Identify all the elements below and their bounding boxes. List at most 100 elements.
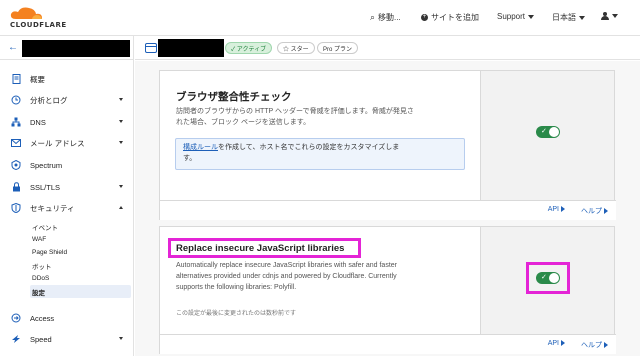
mail-icon: [11, 138, 21, 148]
info-box: 構成ルールを作成して、ホスト名でこれらの設定をカスタマイズしま す。: [175, 138, 465, 170]
sidebar-item-overview[interactable]: 概要: [0, 69, 133, 89]
top-bar: CLOUDFLARE ⌕ 移動... + サイトを追加 Support 日本語: [0, 0, 640, 36]
toggle-highlight: [526, 262, 570, 294]
sidebar-item-spectrum[interactable]: Spectrum: [0, 155, 133, 175]
document-icon: [11, 74, 21, 84]
check-icon: ✓: [541, 128, 547, 135]
arrow-right-icon: [604, 208, 608, 215]
card-title: Replace insecure JavaScript libraries: [176, 243, 345, 254]
sidebar-subitem-waf[interactable]: WAF: [30, 233, 131, 246]
sidebar-item-label: セキュリティ: [30, 203, 75, 213]
sidebar-item-label: Speed: [30, 334, 52, 344]
sidebar-item-email[interactable]: メール アドレス: [0, 133, 133, 153]
support-label: Support: [497, 12, 526, 21]
card-title: ブラウザ整合性チェック: [176, 91, 292, 103]
sidebar-item-security[interactable]: セキュリティ: [0, 198, 133, 218]
sidebar-subitem-ddos[interactable]: DDoS: [30, 272, 131, 285]
sidebar-item-label: Access: [30, 313, 55, 323]
user-menu[interactable]: [601, 12, 618, 20]
main-content: ✓ ブラウザ整合性チェック 訪問者のブラウザからの HTTP ヘッダーで脅威を評…: [135, 61, 640, 356]
redacted-domain-name: [158, 39, 224, 57]
sidebar-subitem-bots[interactable]: ボット: [30, 259, 131, 272]
shield-icon: [11, 203, 21, 213]
access-icon: [11, 313, 21, 323]
search-icon: ⌕: [370, 12, 376, 22]
sidebar: ← 概要 分析とログ DNS メール アドレス Spectrum SSL/TLS…: [0, 36, 134, 356]
chevron-down-icon: [119, 185, 123, 188]
card-footer: API ヘルプ: [160, 200, 616, 220]
api-link[interactable]: API: [548, 340, 565, 350]
help-link-label: ヘルプ: [581, 342, 602, 349]
clock-icon: [11, 95, 21, 105]
lock-icon: [11, 182, 21, 192]
last-modified-text: この設定が最後に変更されたのは数秒前です: [176, 311, 297, 317]
status-badge: ✓ アクティブ: [225, 42, 273, 54]
browser-integrity-card: ✓ ブラウザ整合性チェック 訪問者のブラウザからの HTTP ヘッダーで脅威を評…: [159, 70, 616, 220]
config-rules-link[interactable]: 構成ルール: [183, 144, 218, 151]
help-link[interactable]: ヘルプ: [581, 340, 608, 350]
replace-js-card: ✓ Replace insecure JavaScript libraries …: [159, 226, 616, 354]
api-link[interactable]: API: [548, 206, 565, 216]
help-link-label: ヘルプ: [581, 208, 602, 215]
cloudflare-logo[interactable]: CLOUDFLARE: [8, 5, 78, 31]
card-description: Automatically replace insecure JavaScrip…: [176, 261, 464, 294]
toggle-knob: [549, 127, 559, 137]
info-text: を作成して、ホスト名でこれらの設定をカスタマイズしま: [218, 144, 400, 151]
user-icon: [601, 12, 609, 20]
description-line: alternatives provided under cdnjs and po…: [176, 272, 397, 280]
help-link[interactable]: ヘルプ: [581, 206, 608, 216]
browser-window-icon: [145, 43, 157, 53]
api-link-label: API: [547, 206, 559, 213]
sidebar-item-label: メール アドレス: [30, 138, 85, 148]
sidebar-subitem-events[interactable]: イベント: [30, 220, 131, 233]
cloud-icon: [10, 7, 42, 19]
support-menu[interactable]: Support: [497, 12, 535, 21]
speed-icon: [11, 334, 21, 344]
sidebar-item-label: SSL/TLS: [30, 182, 61, 192]
chevron-down-icon: [119, 98, 123, 101]
sidebar-subitem-settings[interactable]: 設定: [30, 285, 131, 298]
arrow-right-icon: [561, 206, 565, 213]
description-line: 訪問者のブラウザからの HTTP ヘッダーで脅威を評価します。脅威が発見さ: [176, 108, 414, 115]
back-arrow-icon[interactable]: ←: [8, 42, 18, 53]
chevron-up-icon: [119, 206, 123, 209]
sidebar-item-ssl[interactable]: SSL/TLS: [0, 177, 133, 197]
setting-control-pane: ✓: [480, 71, 614, 200]
add-site-button[interactable]: + サイトを追加: [421, 12, 479, 23]
go-to-button[interactable]: ⌕ 移動...: [370, 12, 401, 23]
sidebar-item-label: DNS: [30, 117, 46, 127]
brand-name: CLOUDFLARE: [10, 21, 67, 29]
api-link-label: API: [547, 340, 559, 347]
chevron-down-icon: [612, 14, 618, 18]
sidebar-item-analytics[interactable]: 分析とログ: [0, 90, 133, 110]
account-header: ←: [0, 36, 134, 60]
language-menu[interactable]: 日本語: [552, 12, 585, 23]
chevron-down-icon: [119, 120, 123, 123]
sidebar-item-label: 分析とログ: [30, 95, 68, 105]
sidebar-item-speed[interactable]: Speed: [0, 329, 133, 349]
sidebar-item-label: 概要: [30, 74, 45, 84]
sidebar-subitem-page-shield[interactable]: Page Shield: [30, 246, 131, 259]
card-footer: API ヘルプ: [160, 334, 616, 354]
sidebar-item-label: Spectrum: [30, 160, 63, 170]
star-button[interactable]: ☆ スター: [277, 42, 315, 54]
info-text: す。: [183, 154, 197, 162]
description-line: れた場合、ブロック ページを送信します。: [176, 118, 311, 126]
chevron-down-icon: [119, 337, 123, 340]
plus-circle-icon: +: [421, 14, 428, 21]
add-site-label: サイトを追加: [431, 13, 479, 22]
site-header: ✓ アクティブ ☆ スター Pro プラン: [135, 36, 640, 60]
sidebar-item-dns[interactable]: DNS: [0, 112, 133, 132]
language-label: 日本語: [552, 13, 576, 22]
network-icon: [11, 117, 21, 127]
chevron-down-icon: [528, 14, 535, 19]
setting-control-pane: ✓: [480, 227, 614, 334]
sidebar-item-access[interactable]: Access: [0, 308, 133, 328]
arrow-right-icon: [561, 340, 565, 347]
chevron-down-icon: [579, 15, 585, 20]
browser-check-toggle[interactable]: ✓: [536, 126, 560, 138]
spectrum-icon: [11, 160, 21, 170]
plan-badge[interactable]: Pro プラン: [317, 42, 359, 54]
arrow-right-icon: [604, 342, 608, 349]
chevron-down-icon: [119, 141, 123, 144]
